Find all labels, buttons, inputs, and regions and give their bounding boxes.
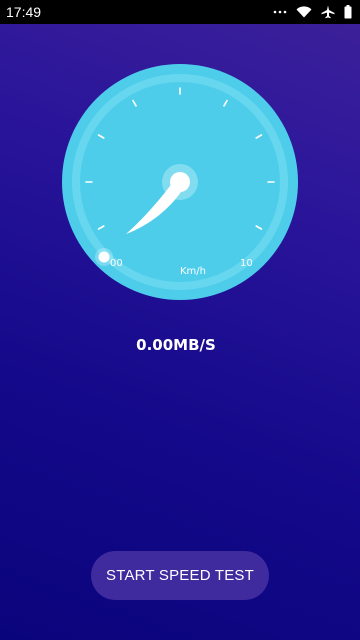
- gauge-max-label: 10: [240, 258, 253, 269]
- wifi-icon: [296, 6, 312, 18]
- start-speed-test-button[interactable]: START SPEED TEST: [91, 551, 269, 600]
- status-time: 17:49: [6, 4, 42, 20]
- gauge-unit-label: Km/h: [180, 266, 207, 277]
- status-bar: 17:49: [0, 0, 360, 24]
- speed-readout: 0.00MB/S: [136, 336, 216, 354]
- needle-hub: [170, 172, 190, 192]
- gauge-start-marker: [98, 251, 110, 263]
- status-icons: [273, 5, 352, 19]
- dots-icon: [273, 9, 287, 15]
- speed-test-screen: 17:49 00 Km/h 10 0.00MB/S START SPEED TE…: [0, 0, 360, 640]
- airplane-icon: [321, 5, 335, 19]
- gauge-min-label: 00: [110, 258, 123, 269]
- speedometer-gauge: 00 Km/h 10: [60, 62, 300, 302]
- battery-icon: [344, 5, 352, 19]
